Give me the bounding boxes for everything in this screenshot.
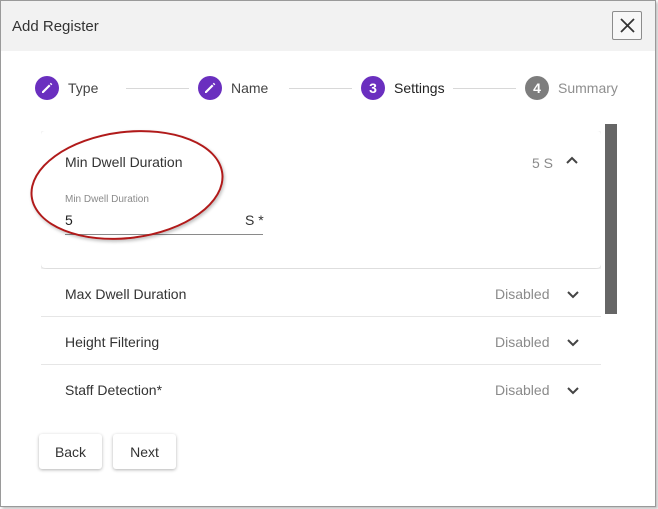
step-label: Name <box>231 80 269 96</box>
back-button[interactable]: Back <box>39 434 102 469</box>
next-button[interactable]: Next <box>113 434 176 469</box>
step-summary[interactable]: 4 Summary <box>525 74 618 102</box>
panel-height-filtering[interactable]: Height Filtering Disabled <box>41 317 601 365</box>
dialog-title: Add Register <box>12 18 99 35</box>
chevron-down-icon <box>567 339 579 347</box>
panel-max-dwell-duration[interactable]: Max Dwell Duration Disabled <box>41 269 601 317</box>
panel-value: Disabled <box>495 286 550 302</box>
scrollbar[interactable] <box>605 124 617 314</box>
step-connector <box>126 88 189 89</box>
panel-value: 5 S <box>532 155 554 171</box>
panel-value: Disabled <box>495 382 550 398</box>
chevron-up-icon <box>566 156 578 164</box>
add-register-dialog: Add Register Type Name 3 Settings 4 Summ… <box>0 0 656 507</box>
step-number: 4 <box>525 76 549 100</box>
panel-value: Disabled <box>495 334 550 350</box>
step-connector <box>453 88 516 89</box>
panel-title: Height Filtering <box>65 334 160 350</box>
step-connector <box>289 88 352 89</box>
step-label: Type <box>68 80 99 96</box>
step-settings[interactable]: 3 Settings <box>361 74 445 102</box>
step-name[interactable]: Name <box>198 74 268 102</box>
chevron-down-icon <box>567 291 579 299</box>
close-icon <box>620 18 635 33</box>
step-type[interactable]: Type <box>35 74 98 102</box>
panel-title: Max Dwell Duration <box>65 286 187 302</box>
step-number: 3 <box>361 76 385 100</box>
step-label: Summary <box>558 80 618 96</box>
pencil-icon <box>198 76 222 100</box>
step-label: Settings <box>394 80 445 96</box>
close-button[interactable] <box>612 11 642 40</box>
panel-staff-detection[interactable]: Staff Detection* Disabled <box>41 365 601 411</box>
chevron-down-icon <box>567 387 579 395</box>
unit-suffix: S * <box>245 212 264 228</box>
dialog-titlebar: Add Register <box>1 1 655 51</box>
panel-title: Staff Detection* <box>65 382 163 398</box>
pencil-icon <box>35 76 59 100</box>
